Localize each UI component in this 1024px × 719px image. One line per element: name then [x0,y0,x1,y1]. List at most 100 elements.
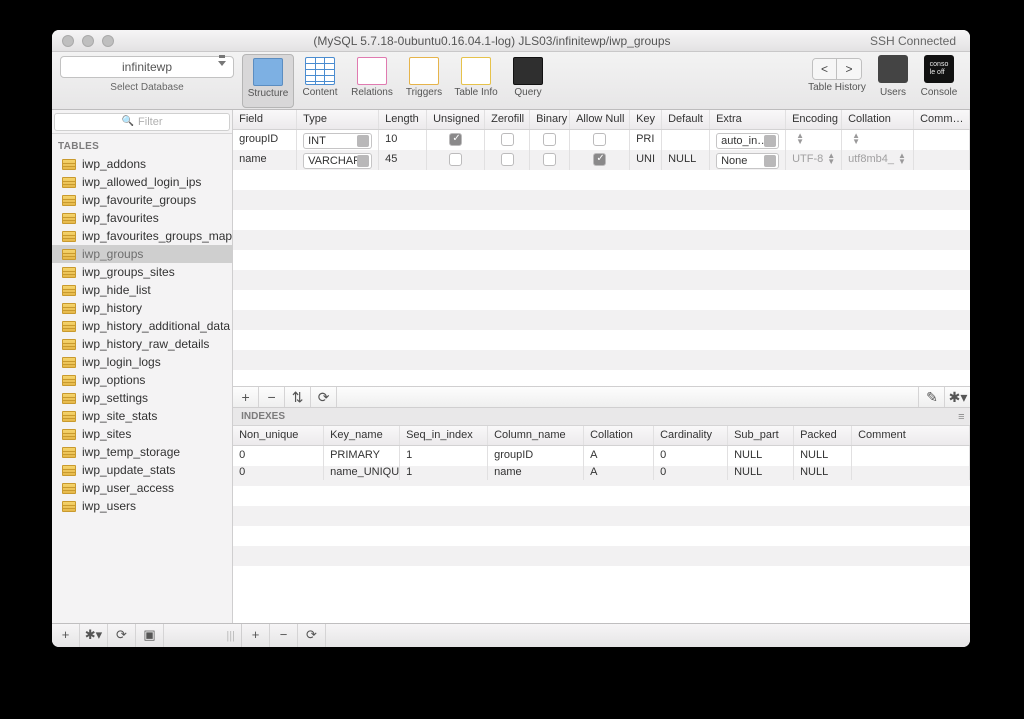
indexes-label-text: INDEXES [241,411,285,422]
table-item-label: iwp_favourite_groups [82,193,196,207]
col-length[interactable]: Length [379,110,427,129]
table-item[interactable]: iwp_favourite_groups [52,191,232,209]
duplicate-column-button[interactable]: ⇅ [285,387,311,407]
zerofill-checkbox[interactable] [501,153,514,166]
idx-pack[interactable]: Packed [794,426,852,445]
col-key[interactable]: Key [630,110,662,129]
tableinfo-tab[interactable]: Table Info [450,54,502,108]
console-button[interactable]: conso le offConsole [916,55,962,109]
idx-card[interactable]: Cardinality [654,426,728,445]
table-item[interactable]: iwp_history_raw_details [52,335,232,353]
database-select[interactable]: infinitewp [60,56,234,78]
table-item[interactable]: iwp_settings [52,389,232,407]
idx-keyname[interactable]: Key_name [324,426,400,445]
col-default[interactable]: Default [662,110,710,129]
col-encoding[interactable]: Encoding [786,110,842,129]
table-item[interactable]: iwp_groups_sites [52,263,232,281]
unsigned-checkbox[interactable] [449,133,462,146]
allownull-checkbox[interactable] [593,133,606,146]
filter-input[interactable]: Filter [54,113,230,131]
refresh-indexes-button[interactable]: ⟳ [298,624,326,647]
zerofill-checkbox[interactable] [501,133,514,146]
table-item[interactable]: iwp_sites [52,425,232,443]
content-tab[interactable]: Content [294,54,346,108]
table-item[interactable]: iwp_groups [52,245,232,263]
history-fwd-button[interactable]: > [837,59,861,79]
remove-column-button[interactable]: − [259,387,285,407]
query-tab[interactable]: Query [502,54,554,108]
table-item-label: iwp_addons [82,157,146,171]
structure-label: Structure [248,88,289,99]
column-row[interactable]: nameVARCHAR45UNINULLNoneUTF-8▲▼utf8mb4_▲… [233,150,970,170]
col-comment[interactable]: Comm… [914,110,970,129]
col-zerofill[interactable]: Zerofill [485,110,530,129]
table-item[interactable]: iwp_history_additional_data [52,317,232,335]
table-gear-button[interactable]: ✱▾ [80,624,108,647]
col-extra[interactable]: Extra [710,110,786,129]
table-item[interactable]: iwp_favourites [52,209,232,227]
table-icon [62,447,76,458]
columns-toolbar: + − ⇅ ⟳ ✎ ✱▾ [233,386,970,408]
console-label: Console [921,87,958,98]
table-item[interactable]: iwp_history [52,299,232,317]
toolbar: infinitewp Select Database Structure Con… [52,52,970,110]
add-index-button[interactable]: + [242,624,270,647]
indexes-menu-icon[interactable]: ≡ [958,411,964,423]
edit-columns-button[interactable]: ✎ [918,387,944,407]
table-icon [62,357,76,368]
idx-nonunique[interactable]: Non_unique [233,426,324,445]
col-collation[interactable]: Collation [842,110,914,129]
allownull-checkbox[interactable] [593,153,606,166]
table-item[interactable]: iwp_hide_list [52,281,232,299]
minimize-icon[interactable] [82,35,94,47]
remove-index-button[interactable]: − [270,624,298,647]
index-row[interactable]: 0PRIMARY1groupIDA0NULLNULL [233,446,970,463]
table-item-label: iwp_allowed_login_ips [82,175,201,189]
zoom-icon[interactable] [102,35,114,47]
sidebar-resize-grip[interactable]: ||| [226,630,241,642]
app-window: (MySQL 5.7.18-0ubuntu0.16.04.1-log) JLS0… [52,30,970,647]
ssh-status: SSH Connected [870,34,970,48]
table-item[interactable]: iwp_addons [52,155,232,173]
table-item[interactable]: iwp_site_stats [52,407,232,425]
close-icon[interactable] [62,35,74,47]
col-type[interactable]: Type [297,110,379,129]
history-back-button[interactable]: < [813,59,837,79]
add-column-button[interactable]: + [233,387,259,407]
col-field[interactable]: Field [233,110,297,129]
relations-tab[interactable]: Relations [346,54,398,108]
refresh-tables-button[interactable]: ⟳ [108,624,136,647]
idx-sub[interactable]: Sub_part [728,426,794,445]
add-table-button[interactable]: + [52,624,80,647]
idx-seq[interactable]: Seq_in_index [400,426,488,445]
refresh-columns-button[interactable]: ⟳ [311,387,337,407]
index-row[interactable]: 0name_UNIQUE1nameA0NULLNULL [233,463,970,480]
relations-label: Relations [351,87,393,98]
col-binary[interactable]: Binary [530,110,570,129]
column-row[interactable]: groupIDINT10PRIauto_in…▲▼▲▼ [233,130,970,150]
view-button[interactable]: ▣ [136,624,164,647]
table-item[interactable]: iwp_user_access [52,479,232,497]
table-item[interactable]: iwp_favourites_groups_map [52,227,232,245]
binary-checkbox[interactable] [543,133,556,146]
table-item[interactable]: iwp_allowed_login_ips [52,173,232,191]
idx-col[interactable]: Column_name [488,426,584,445]
table-item[interactable]: iwp_update_stats [52,461,232,479]
col-unsigned[interactable]: Unsigned [427,110,485,129]
table-item[interactable]: iwp_temp_storage [52,443,232,461]
table-item-label: iwp_history_additional_data [82,319,230,333]
triggers-tab[interactable]: Triggers [398,54,450,108]
table-item[interactable]: iwp_options [52,371,232,389]
table-icon [62,411,76,422]
columns-gear-button[interactable]: ✱▾ [944,387,970,407]
table-item[interactable]: iwp_login_logs [52,353,232,371]
users-button[interactable]: Users [870,55,916,109]
table-icon [62,483,76,494]
col-allownull[interactable]: Allow Null [570,110,630,129]
table-item[interactable]: iwp_users [52,497,232,515]
structure-tab[interactable]: Structure [242,54,294,108]
unsigned-checkbox[interactable] [449,153,462,166]
idx-comment[interactable]: Comment [852,426,970,445]
binary-checkbox[interactable] [543,153,556,166]
idx-collation[interactable]: Collation [584,426,654,445]
